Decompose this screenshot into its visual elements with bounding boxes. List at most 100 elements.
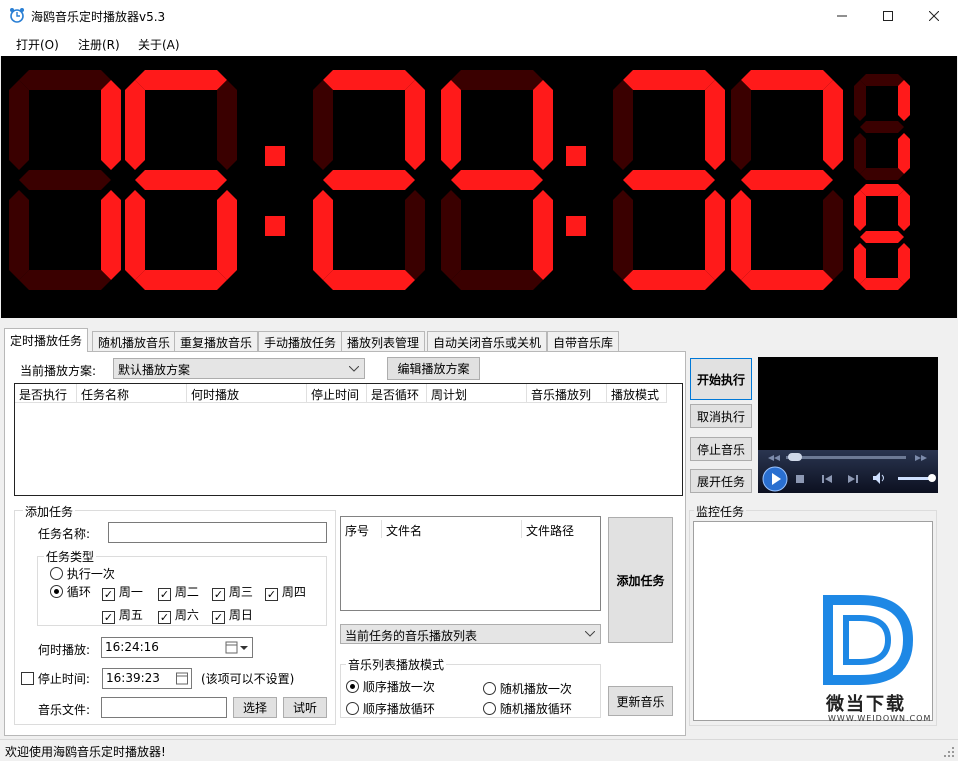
mode-label: 顺序播放一次 — [362, 680, 435, 694]
scheme-select[interactable]: 默认播放方案 — [113, 358, 365, 379]
day-checkbox-wed[interactable]: ✓ 周三 — [212, 583, 253, 601]
forward-small-icon — [915, 455, 927, 461]
mode-radio-seq-once[interactable]: 顺序播放一次 — [346, 678, 435, 695]
expand-tasks-button[interactable]: 展开任务 — [690, 469, 752, 493]
tab-playlist-manage[interactable]: 播放列表管理 — [341, 331, 426, 351]
calendar-dropdown-icon[interactable] — [225, 641, 249, 654]
update-music-button[interactable]: 更新音乐 — [608, 686, 673, 716]
start-execute-button[interactable]: 开始执行 — [690, 358, 752, 400]
cancel-execute-button[interactable]: 取消执行 — [690, 404, 752, 428]
file-list-table[interactable]: 序号 文件名 文件路径 — [340, 516, 601, 611]
clock-segment — [441, 80, 461, 170]
maximize-icon — [883, 10, 893, 21]
task-name-input[interactable] — [108, 522, 327, 543]
music-file-label: 音乐文件: — [38, 703, 91, 717]
loop-radio[interactable]: 循环 — [50, 583, 91, 600]
day-checkbox-tue[interactable]: ✓ 周二 — [158, 583, 199, 601]
day-checkbox-fri[interactable]: ✓ 周五 — [102, 606, 143, 624]
tab-manual-play[interactable]: 手动播放任务 — [258, 331, 343, 351]
stop-icon[interactable] — [795, 474, 805, 484]
playlist-select[interactable]: 当前任务的音乐播放列表 — [340, 624, 601, 644]
minimize-button[interactable] — [819, 0, 865, 31]
watermark-url: WWW.WEIDOWN.COM — [828, 714, 932, 723]
column-header[interactable]: 音乐播放列 — [527, 384, 607, 402]
clock-segment — [623, 270, 715, 290]
menu-about[interactable]: 关于(A) — [138, 36, 180, 53]
once-label: 执行一次 — [66, 567, 115, 581]
clock-segment — [854, 133, 866, 174]
menu-open[interactable]: 打开(O) — [16, 36, 59, 53]
column-header[interactable]: 序号 — [341, 520, 382, 538]
task-table[interactable]: 是否执行 任务名称 何时播放 停止时间 是否循环 周计划 音乐播放列 播放模式 — [14, 383, 683, 496]
day-checkbox-sat[interactable]: ✓ 周六 — [158, 606, 199, 624]
once-radio[interactable]: 执行一次 — [50, 565, 115, 582]
resize-grip-icon[interactable] — [943, 746, 955, 758]
column-header[interactable]: 何时播放 — [187, 384, 307, 402]
column-header[interactable]: 周计划 — [427, 384, 527, 402]
when-time-input[interactable]: 16:24:16 — [101, 637, 253, 658]
clock-segment — [135, 170, 227, 190]
clock-segment — [9, 190, 29, 280]
mode-radio-rand-once[interactable]: 随机播放一次 — [483, 680, 572, 697]
clock-segment — [860, 278, 904, 290]
tab-scheduled-play[interactable]: 定时播放任务 — [4, 328, 89, 352]
tab-random-play[interactable]: 随机播放音乐 — [92, 331, 177, 351]
media-player[interactable] — [758, 357, 938, 493]
clock-segment — [125, 80, 145, 170]
stop-music-button[interactable]: 停止音乐 — [690, 437, 752, 461]
day-checkbox-sun[interactable]: ✓ 周日 — [212, 606, 253, 624]
edit-scheme-button[interactable]: 编辑播放方案 — [387, 357, 480, 380]
clock-segment — [623, 170, 715, 190]
volume-slider[interactable] — [898, 477, 932, 480]
monitor-title: 监控任务 — [694, 503, 747, 520]
seek-bar[interactable] — [786, 456, 906, 459]
column-header[interactable]: 文件路径 — [522, 520, 600, 538]
clock-segment — [217, 190, 237, 280]
clock-segment — [101, 80, 121, 170]
column-header[interactable]: 播放模式 — [607, 384, 667, 402]
column-header[interactable]: 停止时间 — [307, 384, 367, 402]
close-button[interactable] — [911, 0, 957, 31]
clock-segment — [135, 70, 227, 90]
volume-icon[interactable] — [872, 471, 888, 485]
music-file-input[interactable] — [101, 697, 227, 718]
column-header[interactable]: 文件名 — [382, 520, 522, 538]
day-checkbox-thu[interactable]: ✓ 周四 — [265, 583, 306, 601]
add-task-button[interactable]: 添加任务 — [608, 517, 673, 643]
play-icon[interactable] — [762, 466, 788, 492]
clock-segment — [451, 170, 543, 190]
day-checkbox-mon[interactable]: ✓ 周一 — [102, 583, 143, 601]
day-label: 周三 — [228, 585, 253, 599]
maximize-button[interactable] — [865, 0, 911, 31]
previous-icon[interactable] — [821, 473, 833, 485]
tab-music-library[interactable]: 自带音乐库 — [547, 331, 620, 351]
calendar-icon[interactable] — [176, 672, 188, 685]
day-label: 周日 — [228, 608, 253, 622]
scheme-value: 默认播放方案 — [118, 363, 191, 377]
column-header[interactable]: 是否循环 — [367, 384, 427, 402]
stop-time-checkbox[interactable]: 停止时间: — [21, 670, 90, 687]
mode-radio-rand-loop[interactable]: 随机播放循环 — [483, 700, 572, 717]
clock-segment — [705, 80, 725, 170]
preview-button[interactable]: 试听 — [283, 697, 327, 718]
clock-segment — [731, 80, 751, 170]
mode-radio-seq-loop[interactable]: 顺序播放循环 — [346, 700, 435, 717]
day-label: 周二 — [174, 585, 199, 599]
seek-thumb[interactable] — [788, 453, 802, 461]
stop-time-input[interactable]: 16:39:23 — [102, 668, 192, 689]
menu-register[interactable]: 注册(R) — [78, 36, 120, 53]
task-type-title: 任务类型 — [44, 548, 97, 565]
clock-segment — [854, 80, 866, 121]
tab-auto-shutdown[interactable]: 自动关闭音乐或关机 — [427, 331, 548, 351]
clock-segment — [533, 190, 553, 280]
column-header[interactable]: 任务名称 — [77, 384, 187, 402]
choose-file-button[interactable]: 选择 — [233, 697, 277, 718]
column-header[interactable]: 是否执行 — [15, 384, 77, 402]
next-icon[interactable] — [847, 473, 859, 485]
mode-label: 顺序播放循环 — [362, 702, 435, 716]
rewind-small-icon — [768, 455, 780, 461]
tab-repeat-play[interactable]: 重复播放音乐 — [174, 331, 259, 351]
clock-segment — [19, 70, 111, 90]
volume-thumb[interactable] — [928, 474, 936, 482]
clock-segment — [898, 243, 910, 284]
